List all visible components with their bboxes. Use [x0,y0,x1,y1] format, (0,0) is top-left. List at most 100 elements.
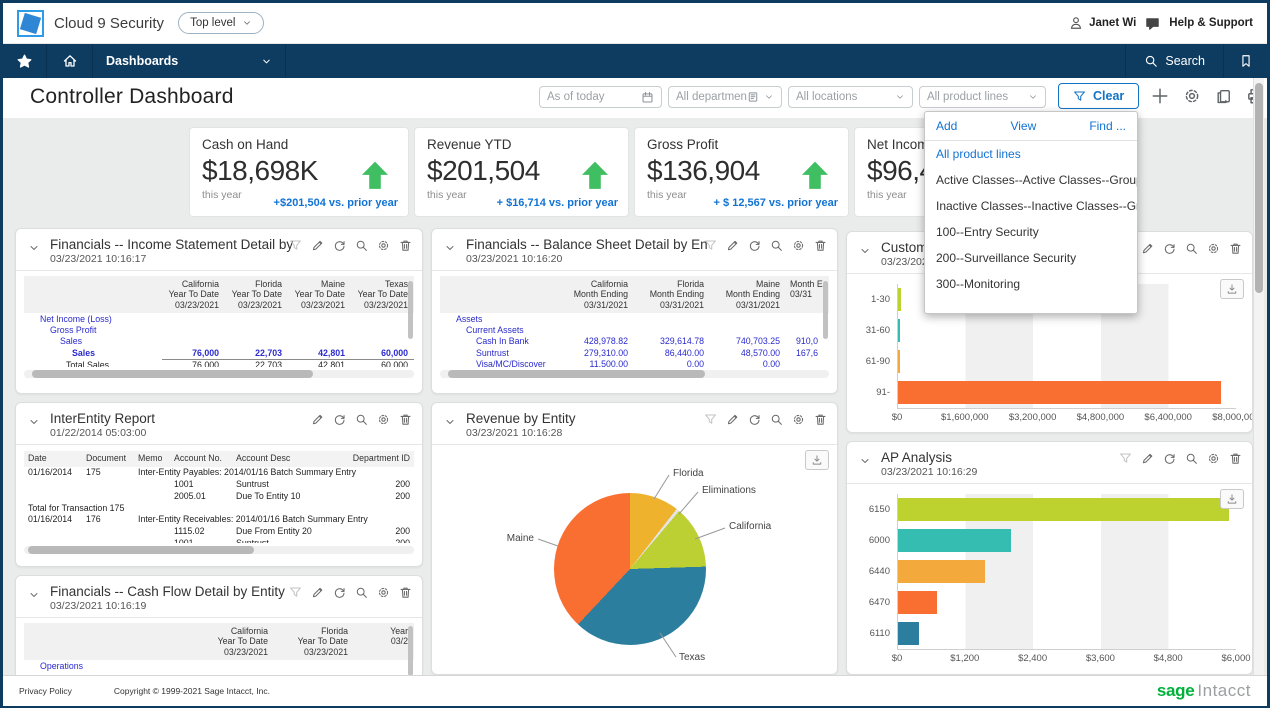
vertical-scrollbar[interactable] [823,281,828,339]
panel-settings-button[interactable] [377,586,390,599]
panel-delete-button[interactable] [814,239,827,252]
panel-settings-button[interactable] [377,413,390,426]
panel-delete-button[interactable] [399,586,412,599]
chart-bar[interactable] [898,622,919,645]
clear-filters-button[interactable]: Clear [1058,83,1139,109]
dropdown-item[interactable]: 300--Monitoring [925,271,1137,313]
panel-zoom-button[interactable] [355,239,368,252]
chart-bar[interactable] [898,350,900,373]
entity-selector[interactable]: Top level [178,12,264,34]
dashboards-menu[interactable]: Dashboards [93,44,286,78]
panel-delete-button[interactable] [814,413,827,426]
panel-edit-button[interactable] [1141,242,1154,255]
panel-edit-button[interactable] [726,239,739,252]
panel-delete-button[interactable] [399,413,412,426]
panel-refresh-button[interactable] [333,413,346,426]
search-button[interactable]: Search [1125,44,1223,78]
page-scrollbar-thumb[interactable] [1255,83,1263,293]
panel-edit-button[interactable] [726,413,739,426]
dropdown-item[interactable]: Active Classes--Active Classes--Group [925,167,1137,193]
panel-settings-button[interactable] [792,413,805,426]
panel-refresh-button[interactable] [1163,452,1176,465]
panel-edit-button[interactable] [1141,452,1154,465]
date-filter[interactable]: As of today [539,86,662,108]
locations-filter[interactable]: All locations [788,86,913,108]
panel-filter-button[interactable] [704,413,717,426]
panel-filter-button[interactable] [289,586,302,599]
panel-settings-button[interactable] [1207,242,1220,255]
chart-bar[interactable] [898,498,1229,521]
kpi-gross-profit[interactable]: Gross Profit $136,904 this year + $ 12,5… [635,128,848,216]
collapse-chevron-icon[interactable] [28,416,40,428]
panel-settings-button[interactable] [1207,452,1220,465]
privacy-policy-link[interactable]: Privacy Policy [19,686,72,696]
product-lines-filter[interactable]: All product lines [919,86,1046,108]
panel-delete-button[interactable] [1229,242,1242,255]
chart-bar[interactable] [898,381,1221,404]
collapse-chevron-icon[interactable] [444,242,456,254]
vertical-scrollbar[interactable] [408,626,413,675]
chart-bar[interactable] [898,288,901,311]
panel-filter-button[interactable] [289,239,302,252]
collapse-chevron-icon[interactable] [28,242,40,254]
collapse-chevron-icon[interactable] [28,589,40,601]
home-button[interactable] [47,44,93,78]
dropdown-item[interactable]: 100--Entry Security [925,219,1137,245]
dropdown-item[interactable]: Inactive Classes--Inactive Classes--Grou… [925,193,1137,219]
panel-refresh-button[interactable] [333,239,346,252]
chart-bar[interactable] [898,591,937,614]
panel-delete-button[interactable] [399,239,412,252]
balance-sheet-table-wrap[interactable]: CaliforniaMonth Ending03/31/2021 Florida… [432,271,837,367]
panel-edit-button[interactable] [311,239,324,252]
chart-bar[interactable] [898,319,900,342]
kpi-cash-on-hand[interactable]: Cash on Hand $18,698K this year +$201,50… [190,128,408,216]
panel-refresh-button[interactable] [748,413,761,426]
panel-zoom-button[interactable] [770,413,783,426]
chart-download-button[interactable] [805,450,829,470]
horizontal-scrollbar[interactable] [24,370,414,378]
bookmark-button[interactable] [1223,44,1267,78]
chart-download-button[interactable] [1220,279,1244,299]
interentity-table-wrap[interactable]: Date Document Memo Account No. Account D… [16,445,422,543]
dropdown-add-link[interactable]: Add [936,119,957,133]
chat-icon[interactable] [1145,16,1160,31]
income-statement-table-wrap[interactable]: CaliforniaYear To Date03/23/2021 Florida… [16,271,422,367]
panel-zoom-button[interactable] [1185,242,1198,255]
collapse-chevron-icon[interactable] [444,416,456,428]
help-support-link[interactable]: Help & Support [1169,17,1253,29]
panel-zoom-button[interactable] [770,239,783,252]
cash-flow-table-wrap[interactable]: CaliforniaYear To Date03/23/2021 Florida… [16,618,422,672]
panel-refresh-button[interactable] [1163,242,1176,255]
panel-zoom-button[interactable] [355,586,368,599]
dropdown-item[interactable]: 200--Surveillance Security [925,245,1137,271]
collapse-chevron-icon[interactable] [859,455,871,467]
panel-refresh-button[interactable] [333,586,346,599]
panel-edit-button[interactable] [311,586,324,599]
dropdown-item[interactable]: All product lines [925,141,1137,167]
panel-edit-button[interactable] [311,413,324,426]
panel-settings-button[interactable] [377,239,390,252]
collapse-chevron-icon[interactable] [859,245,871,257]
panel-delete-button[interactable] [1229,452,1242,465]
vertical-scrollbar[interactable] [408,281,413,339]
chart-download-button[interactable] [1220,489,1244,509]
panel-zoom-button[interactable] [1185,452,1198,465]
duplicate-dashboard-button[interactable] [1215,88,1232,105]
user-menu[interactable]: Janet Wi [1069,16,1136,30]
favorites-button[interactable] [3,44,47,78]
panel-refresh-button[interactable] [748,239,761,252]
kpi-revenue-ytd[interactable]: Revenue YTD $201,504 this year + $16,714… [415,128,628,216]
horizontal-scrollbar[interactable] [24,546,414,554]
horizontal-scrollbar[interactable] [440,370,829,378]
chart-bar[interactable] [898,529,1011,552]
add-component-button[interactable] [1151,87,1169,105]
panel-filter-button[interactable] [704,239,717,252]
chart-bar[interactable] [898,560,985,583]
panel-zoom-button[interactable] [355,413,368,426]
departments-filter[interactable]: All departments [668,86,782,108]
panel-filter-button[interactable] [1119,452,1132,465]
dashboard-settings-button[interactable] [1183,87,1201,105]
panel-settings-button[interactable] [792,239,805,252]
dropdown-view-link[interactable]: View [1010,119,1036,133]
dropdown-find-link[interactable]: Find ... [1089,119,1126,133]
